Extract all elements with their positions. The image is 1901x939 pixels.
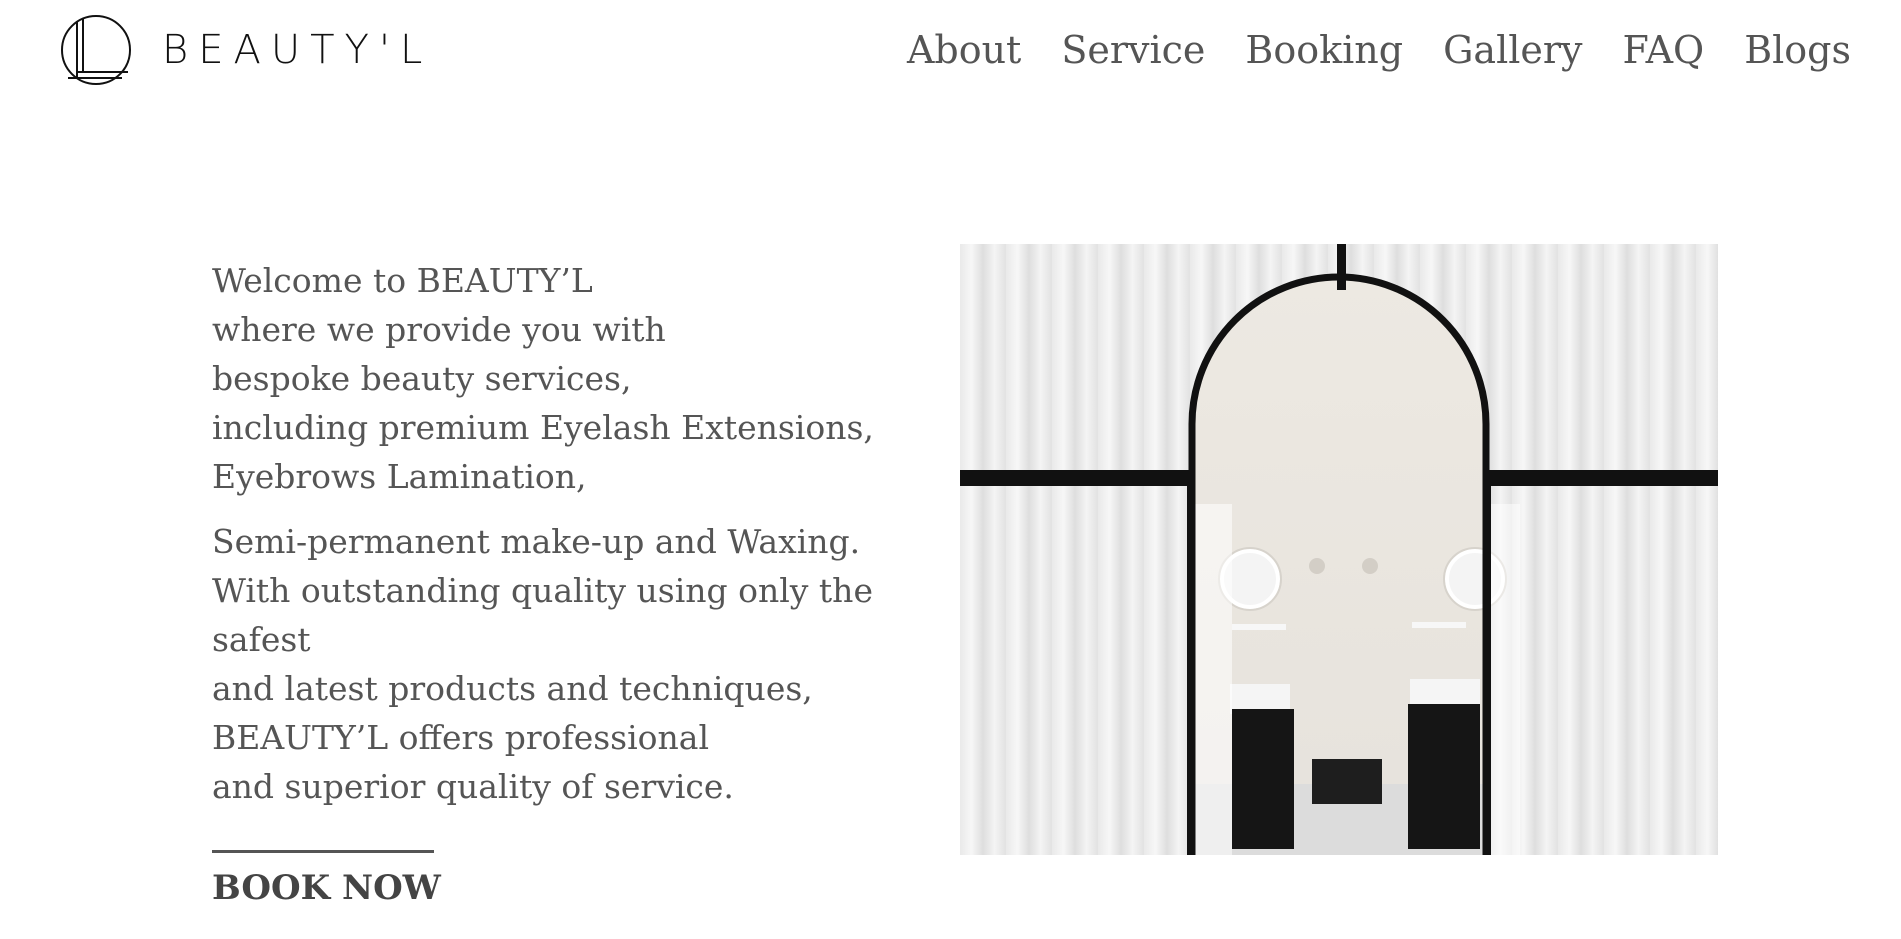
nav-service[interactable]: Service (1061, 28, 1205, 72)
book-now-button[interactable]: BOOK NOW (212, 868, 441, 908)
intro-paragraph-1: Welcome to BEAUTY’L where we provide you… (212, 261, 874, 496)
brand-name: BEAUTY'L (162, 27, 433, 73)
intro-paragraph-2: Semi-permanent make-up and Waxing. With … (212, 522, 873, 806)
main-nav: About Service Booking Gallery FAQ Blogs (907, 28, 1851, 72)
nav-about[interactable]: About (907, 28, 1021, 72)
logo-link[interactable]: BEAUTY'L (60, 14, 432, 86)
nav-faq[interactable]: FAQ (1623, 28, 1705, 72)
intro-section: Welcome to BEAUTY’L where we provide you… (212, 256, 902, 811)
nav-blogs[interactable]: Blogs (1744, 28, 1851, 72)
logo-icon (61, 15, 131, 85)
cta-divider (212, 850, 434, 853)
nav-booking[interactable]: Booking (1245, 28, 1403, 72)
salon-room-photo (960, 244, 1718, 855)
nav-gallery[interactable]: Gallery (1443, 28, 1582, 72)
